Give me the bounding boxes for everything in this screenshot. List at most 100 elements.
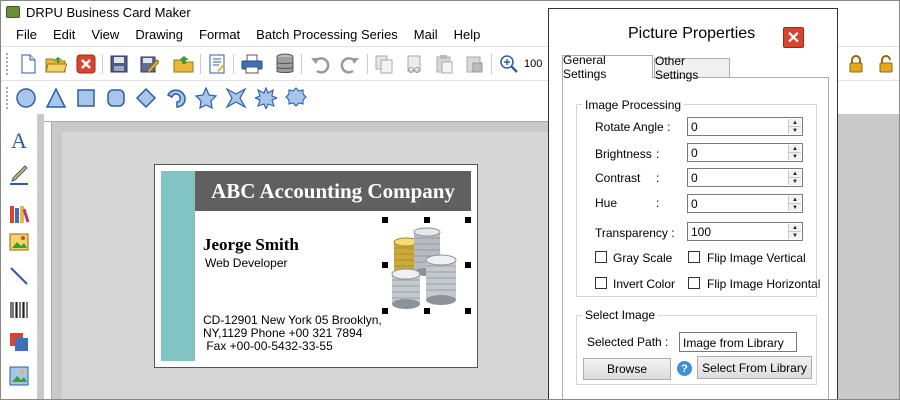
triangle-icon[interactable] — [44, 86, 68, 110]
contrast-value[interactable]: 0 — [691, 171, 698, 185]
selection-handle[interactable] — [382, 308, 388, 314]
contrast-spinner[interactable]: 0 ▲ ▼ — [687, 168, 803, 187]
cut-icon[interactable] — [402, 52, 426, 76]
lock-icon[interactable] — [848, 55, 864, 73]
transparency-value[interactable]: 100 — [691, 225, 711, 239]
burst-icon[interactable] — [254, 86, 278, 110]
selection-handle[interactable] — [424, 217, 430, 223]
svg-text:A: A — [11, 129, 27, 151]
menu-view[interactable]: View — [83, 27, 127, 42]
zoom-in-icon[interactable] — [497, 52, 521, 76]
redo-icon[interactable] — [338, 52, 362, 76]
picture-library-tool-icon[interactable] — [7, 364, 31, 388]
invert-color-checkbox[interactable] — [595, 277, 607, 289]
menu-format[interactable]: Format — [191, 27, 248, 42]
unlock-icon[interactable] — [878, 55, 894, 73]
rounded-rectangle-icon[interactable] — [104, 86, 128, 110]
spin-up-icon[interactable]: ▲ — [789, 119, 801, 127]
menu-file[interactable]: File — [8, 27, 45, 42]
card-job-title[interactable]: Web Developer — [205, 256, 288, 270]
library-tool-icon[interactable] — [7, 202, 31, 226]
card-person-name[interactable]: Jeorge Smith — [203, 235, 299, 255]
new-file-icon[interactable] — [16, 52, 40, 76]
spin-down-icon[interactable]: ▼ — [789, 127, 801, 134]
card-address-line[interactable]: CD-12901 New York 05 Brooklyn, — [203, 313, 382, 327]
close-icon[interactable] — [74, 52, 98, 76]
toolbar-separator — [233, 54, 234, 74]
zoom-level[interactable]: 100 — [524, 55, 550, 73]
spin-up-icon[interactable]: ▲ — [789, 224, 801, 232]
rotate-angle-value[interactable]: 0 — [691, 120, 698, 134]
transparency-label: Transparency : — [595, 226, 675, 240]
toolbar-grip[interactable] — [6, 53, 9, 75]
close-icon[interactable]: ✕ — [783, 27, 804, 48]
rotate-angle-spinner[interactable]: 0 ▲ ▼ — [687, 117, 803, 136]
four-point-star-icon[interactable] — [224, 86, 248, 110]
transparency-spinner[interactable]: 100 ▲ ▼ — [687, 222, 803, 241]
save-icon[interactable] — [107, 52, 131, 76]
image-tool-icon[interactable] — [7, 230, 31, 254]
text-tool-icon[interactable]: A — [7, 128, 31, 152]
selection-handle[interactable] — [382, 217, 388, 223]
spin-up-icon[interactable]: ▲ — [789, 170, 801, 178]
menu-drawing[interactable]: Drawing — [127, 27, 191, 42]
seal-icon[interactable] — [284, 86, 308, 110]
open-folder-icon[interactable] — [44, 52, 68, 76]
rectangle-icon[interactable] — [74, 86, 98, 110]
selected-path-input[interactable]: Image from Library — [679, 332, 797, 352]
toolbar-grip[interactable] — [6, 87, 9, 109]
flip-horizontal-checkbox[interactable] — [688, 277, 700, 289]
selection-handle[interactable] — [465, 308, 471, 314]
spin-up-icon[interactable]: ▲ — [789, 196, 801, 204]
spin-down-icon[interactable]: ▼ — [789, 178, 801, 185]
card-company-name[interactable]: ABC Accounting Company — [195, 171, 471, 211]
tab-other-settings[interactable]: Other Settings — [654, 54, 730, 82]
copy-icon[interactable] — [372, 52, 396, 76]
help-icon[interactable]: ? — [677, 361, 692, 376]
spin-down-icon[interactable]: ▼ — [789, 153, 801, 160]
card-address-line[interactable]: NY,1129 Phone +00 321 7894 — [203, 326, 362, 340]
menu-help[interactable]: Help — [446, 27, 489, 42]
barcode-tool-icon[interactable] — [7, 298, 31, 322]
spin-down-icon[interactable]: ▼ — [789, 204, 801, 211]
spin-down-icon[interactable]: ▼ — [789, 232, 801, 239]
hue-spinner[interactable]: 0 ▲ ▼ — [687, 194, 803, 213]
brightness-value[interactable]: 0 — [691, 146, 698, 160]
ellipse-icon[interactable] — [14, 86, 38, 110]
star-icon[interactable] — [194, 86, 218, 110]
spin-up-icon[interactable]: ▲ — [789, 145, 801, 153]
selection-handle[interactable] — [424, 308, 430, 314]
rotate-angle-label: Rotate Angle : — [595, 120, 671, 134]
card-address-line[interactable]: Fax +00-00-5432-33-55 — [203, 339, 332, 353]
watermark-tool-icon[interactable] — [7, 330, 31, 354]
menu-mail[interactable]: Mail — [406, 27, 446, 42]
browse-button[interactable]: Browse — [583, 358, 671, 380]
diamond-icon[interactable] — [134, 86, 158, 110]
paste-special-icon[interactable] — [462, 52, 486, 76]
menu-batch-processing-series[interactable]: Batch Processing Series — [248, 27, 406, 42]
menu-edit[interactable]: Edit — [45, 27, 83, 42]
undo-icon[interactable] — [308, 52, 332, 76]
brightness-spinner[interactable]: 0 ▲ ▼ — [687, 143, 803, 162]
select-from-library-button[interactable]: Select From Library — [697, 356, 812, 379]
line-tool-icon[interactable] — [7, 264, 31, 288]
app-title: DRPU Business Card Maker — [26, 4, 191, 20]
coins-image[interactable] — [386, 218, 468, 312]
paste-icon[interactable] — [432, 52, 456, 76]
flip-vertical-checkbox[interactable] — [688, 251, 700, 263]
selection-handle[interactable] — [465, 217, 471, 223]
save-as-icon[interactable] — [137, 52, 161, 76]
arc-icon[interactable] — [164, 86, 188, 110]
card-color-band[interactable] — [161, 171, 195, 361]
hue-value[interactable]: 0 — [691, 197, 698, 211]
database-icon[interactable] — [273, 52, 297, 76]
ruler-left — [44, 122, 52, 400]
print-icon[interactable] — [240, 52, 264, 76]
properties-icon[interactable] — [205, 52, 229, 76]
open-icon[interactable] — [172, 52, 196, 76]
selection-handle[interactable] — [382, 262, 388, 268]
pencil-tool-icon[interactable] — [7, 162, 31, 186]
gray-scale-checkbox[interactable] — [595, 251, 607, 263]
tab-general-settings[interactable]: General Settings — [562, 53, 653, 81]
selection-handle[interactable] — [465, 262, 471, 268]
